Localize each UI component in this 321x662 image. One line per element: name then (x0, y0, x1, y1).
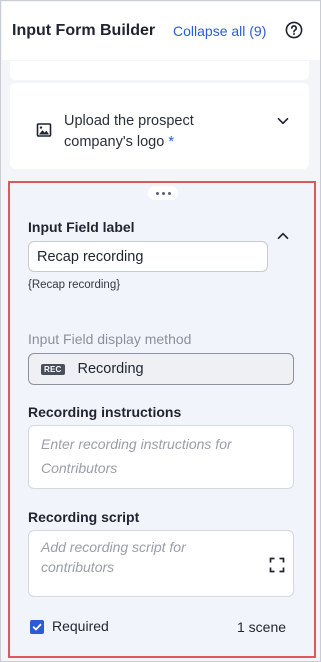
field-card-recap-recording: Input Field label Recap recording {Recap… (8, 181, 316, 658)
upload-label-line1: Upload the prospect (64, 113, 194, 129)
expand-icon[interactable] (269, 557, 285, 573)
required-asterisk: * (168, 134, 174, 150)
input-field-label-input[interactable]: Recap recording (28, 241, 268, 272)
recording-instructions-placeholder: Enter recording instructions for Contrib… (41, 436, 232, 476)
recording-instructions-heading: Recording instructions (28, 404, 182, 420)
field-token: {Recap recording} (28, 279, 121, 291)
upload-field-label: Upload the prospect company's logo * (64, 111, 264, 153)
scene-count: 1 scene (237, 619, 287, 635)
recording-script-input[interactable]: Add recording script for contributors (28, 530, 294, 597)
form-builder-panel: Input Form Builder Collapse all (9) Uplo… (0, 0, 321, 662)
input-field-label-heading: Input Field label (28, 219, 135, 235)
display-method-field: REC Recording (28, 353, 294, 385)
chevron-down-icon[interactable] (276, 114, 290, 128)
recording-icon: REC (41, 363, 65, 375)
image-icon (36, 123, 52, 137)
chevron-up-icon[interactable] (276, 229, 290, 243)
recording-instructions-input[interactable]: Enter recording instructions for Contrib… (28, 425, 294, 489)
panel-title: Input Form Builder (12, 22, 156, 39)
upload-label-line2: company's logo (64, 134, 165, 150)
display-method-value: Recording (77, 361, 144, 377)
recording-script-placeholder: Add recording script for contributors (41, 539, 186, 575)
collapsed-field-card[interactable] (10, 61, 309, 80)
panel-header: Input Form Builder Collapse all (9) (2, 2, 320, 60)
required-checkbox[interactable] (30, 620, 44, 634)
drag-handle[interactable] (148, 186, 178, 200)
collapse-all-link[interactable]: Collapse all (9) (173, 23, 266, 39)
display-method-heading: Input Field display method (28, 331, 192, 347)
recording-script-heading: Recording script (28, 509, 140, 525)
help-circle-icon[interactable] (285, 21, 303, 39)
check-icon (32, 623, 42, 631)
field-card-upload-logo[interactable]: Upload the prospect company's logo * (10, 83, 309, 169)
required-label: Required (52, 618, 109, 634)
